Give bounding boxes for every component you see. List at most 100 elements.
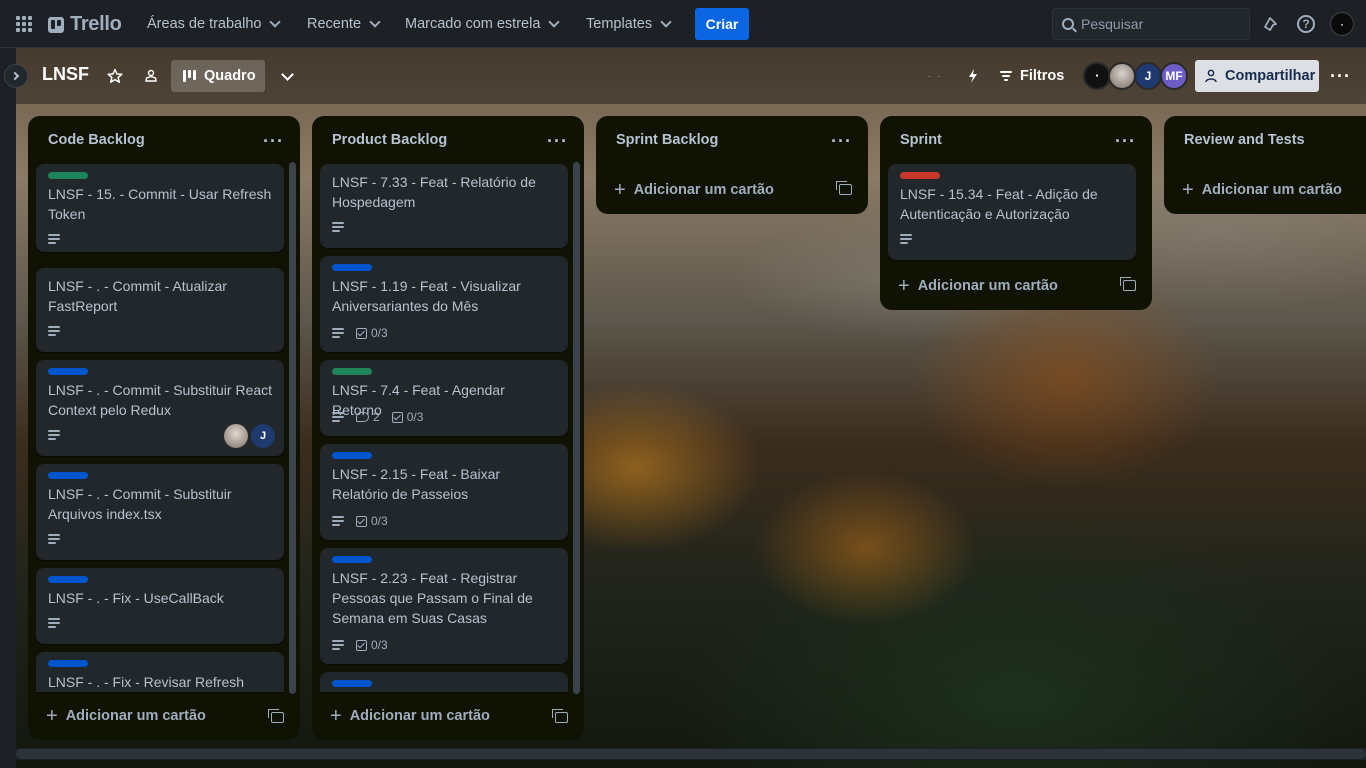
menu-templates[interactable]: Templates xyxy=(582,8,674,40)
view-switcher-chevron-icon[interactable] xyxy=(273,64,297,88)
card[interactable]: LNSF - . - Fix - Revisar Refresh Token xyxy=(36,652,284,692)
card-title: LNSF - . - Fix - UseCallBack xyxy=(48,590,224,606)
add-card-label: Adicionar um cartão xyxy=(917,278,1058,294)
add-card-label: Adicionar um cartão xyxy=(633,182,774,198)
board-view-label: Quadro xyxy=(204,68,256,84)
card-member-avatar[interactable]: J xyxy=(251,424,275,448)
card-label[interactable] xyxy=(332,556,372,563)
list-sprint: Sprint ··· LNSF - 15.34 - Feat - Adição … xyxy=(880,116,1152,310)
list-scrollbar[interactable] xyxy=(573,162,580,694)
card[interactable]: LNSF - . - Fix - UseCallBack xyxy=(36,568,284,644)
board-menu-icon[interactable]: ··· xyxy=(1330,67,1351,85)
checklist-count: 0/3 xyxy=(371,638,388,652)
chevron-down-icon xyxy=(280,67,294,81)
chevron-down-icon xyxy=(369,16,381,28)
card[interactable]: LNSF - . - Commit - Substituir Arquivos … xyxy=(36,464,284,560)
automation-icon[interactable] xyxy=(961,64,985,88)
list-sprint-backlog: Sprint Backlog ··· + Adicionar um cartão xyxy=(596,116,868,214)
card[interactable]: LNSF - . - Commit - Substituir React Con… xyxy=(36,360,284,456)
plus-icon: + xyxy=(46,705,58,727)
power-ups-icon[interactable]: ·· xyxy=(925,64,949,88)
card[interactable]: LNSF - 7.4 - Feat - Agendar Retorno 2 0/… xyxy=(320,360,568,436)
profile-avatar[interactable]: ● xyxy=(1330,12,1354,36)
create-from-template-icon[interactable] xyxy=(1120,277,1136,291)
checklist-icon xyxy=(391,411,403,423)
list-menu-icon[interactable]: ··· xyxy=(831,132,852,150)
card-label[interactable] xyxy=(48,368,88,375)
checklist-icon xyxy=(356,515,367,527)
list-product-backlog: Product Backlog ··· LNSF - 7.33 - Feat -… xyxy=(312,116,584,740)
menu-recent[interactable]: Recente xyxy=(303,8,383,40)
filters-button[interactable]: Filtros xyxy=(1000,60,1064,92)
list-title[interactable]: Product Backlog xyxy=(332,132,447,148)
member-avatar[interactable] xyxy=(1108,62,1136,90)
card-label[interactable] xyxy=(332,368,372,375)
card-title: LNSF - . - Fix - Revisar Refresh Token xyxy=(48,674,245,690)
add-card-button[interactable]: + Adicionar um cartão xyxy=(36,700,292,732)
board-horizontal-scrollbar[interactable] xyxy=(16,749,1366,759)
card[interactable]: LNSF - 2.15 - Feat - Baixar Relatório de… xyxy=(320,444,568,540)
description-icon xyxy=(48,534,60,544)
expand-sidebar-button[interactable] xyxy=(4,64,28,88)
create-button[interactable]: Criar xyxy=(695,8,749,40)
create-from-template-icon[interactable] xyxy=(268,709,284,723)
top-navigation-bar: Trello Áreas de trabalho Recente Marcado… xyxy=(0,0,1366,48)
card[interactable]: LNSF - 7.33 - Feat - Relatório de Hosped… xyxy=(320,164,568,248)
add-card-button[interactable]: + Adicionar um cartão xyxy=(604,174,860,206)
search-input[interactable]: Pesquisar xyxy=(1052,8,1250,40)
card-title: LNSF - 15. - Commit - Usar Refresh Token xyxy=(48,186,272,222)
list-title[interactable]: Review and Tests xyxy=(1184,132,1305,148)
chevron-right-icon xyxy=(10,71,20,81)
card-title: LNSF - . - Commit - Atualizar FastReport xyxy=(48,278,227,314)
card-label[interactable] xyxy=(332,264,372,271)
board-title[interactable]: LNSF xyxy=(42,64,89,85)
chevron-down-icon xyxy=(548,16,561,28)
member-avatar[interactable]: MF xyxy=(1160,62,1188,90)
workspace-visibility-icon[interactable] xyxy=(139,64,163,88)
card-member-avatar[interactable] xyxy=(224,424,248,448)
list-menu-icon[interactable]: ··· xyxy=(263,132,284,150)
list-title[interactable]: Code Backlog xyxy=(48,132,145,148)
add-card-button[interactable]: + Adicionar um cartão xyxy=(320,700,576,732)
card[interactable]: LNSF - 2.23 - Feat - Registrar Pessoas q… xyxy=(320,548,568,664)
list-scrollbar[interactable] xyxy=(289,162,296,694)
description-icon xyxy=(48,618,60,628)
help-icon[interactable]: ? xyxy=(1297,15,1315,33)
card-label[interactable] xyxy=(48,660,88,667)
list-title[interactable]: Sprint xyxy=(900,132,942,148)
card-label[interactable] xyxy=(900,172,940,179)
card[interactable]: LNSF - 15. - Commit - Usar Refresh Token xyxy=(36,164,284,252)
create-from-template-icon[interactable] xyxy=(552,709,568,723)
star-icon[interactable] xyxy=(103,64,127,88)
description-icon xyxy=(48,326,60,336)
plus-icon: + xyxy=(898,275,910,297)
share-button[interactable]: Compartilhar xyxy=(1195,60,1319,92)
board-view-button[interactable]: Quadro xyxy=(171,60,265,92)
create-from-template-icon[interactable] xyxy=(836,181,852,195)
add-card-button[interactable]: + Adicionar um cartão xyxy=(1172,174,1362,206)
card[interactable]: LNSF - . - Commit - Atualizar FastReport xyxy=(36,268,284,352)
list-title[interactable]: Sprint Backlog xyxy=(616,132,718,148)
chevron-down-icon xyxy=(269,16,282,28)
trello-logo-icon xyxy=(48,16,64,33)
card-label[interactable] xyxy=(48,576,88,583)
card[interactable]: LNSF - 15.34 - Feat - Adição de Autentic… xyxy=(888,164,1136,260)
app-switcher-icon[interactable] xyxy=(14,14,34,34)
card-label[interactable] xyxy=(48,472,88,479)
menu-starred[interactable]: Marcado com estrela xyxy=(401,8,562,40)
card-label[interactable] xyxy=(48,172,88,179)
list-menu-icon[interactable]: ··· xyxy=(547,132,568,150)
card-label[interactable] xyxy=(332,680,372,687)
card-title: LNSF - 15.34 - Feat - Adição de Autentic… xyxy=(900,186,1098,222)
list-menu-icon[interactable]: ··· xyxy=(1115,132,1136,150)
description-icon xyxy=(332,516,344,526)
card[interactable] xyxy=(320,672,568,692)
menu-workspaces[interactable]: Áreas de trabalho xyxy=(143,8,283,40)
notifications-icon[interactable] xyxy=(1258,12,1282,36)
member-avatar[interactable]: J xyxy=(1134,62,1162,90)
add-card-button[interactable]: + Adicionar um cartão xyxy=(888,270,1144,302)
card-label[interactable] xyxy=(332,452,372,459)
card[interactable]: LNSF - 1.19 - Feat - Visualizar Aniversa… xyxy=(320,256,568,352)
trello-logo[interactable]: Trello xyxy=(48,13,122,36)
member-avatar[interactable]: ● xyxy=(1083,62,1111,90)
